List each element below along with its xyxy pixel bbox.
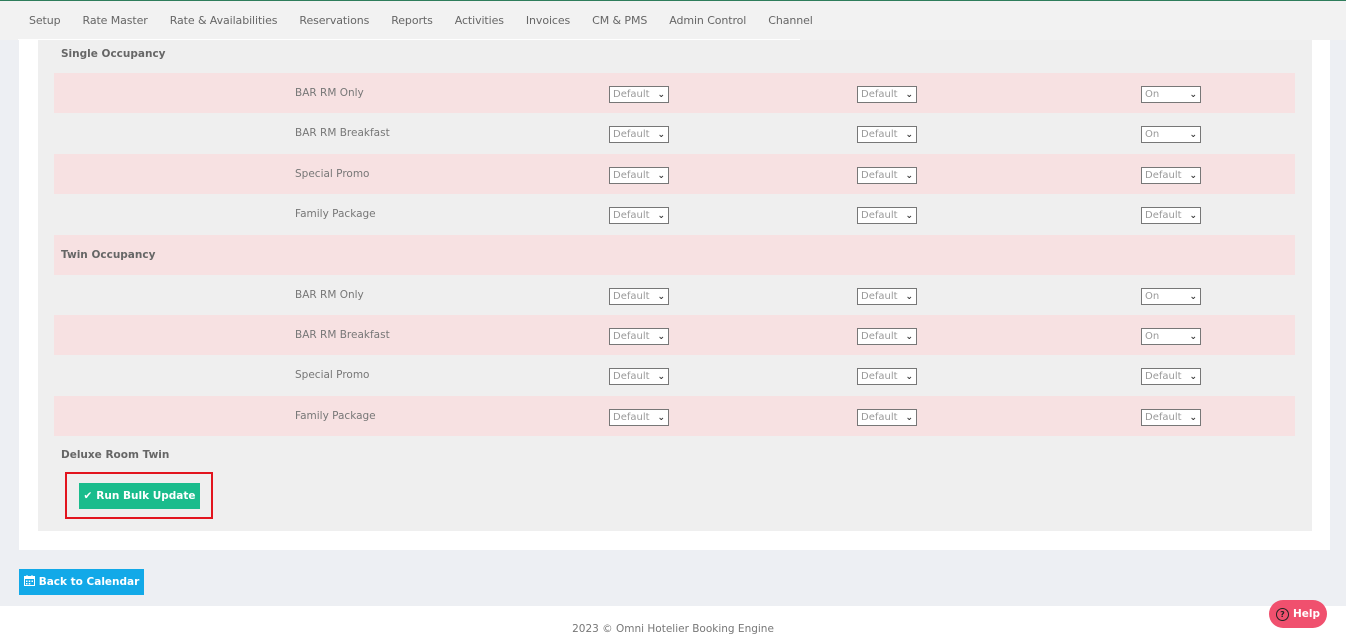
section-title-deluxe-room-twin: Deluxe Room Twin — [61, 449, 170, 461]
chevron-down-icon: ⌄ — [1189, 129, 1197, 140]
chevron-down-icon: ⌄ — [1189, 89, 1197, 100]
status-select[interactable]: Default ⌄ — [1141, 368, 1201, 385]
nav-invoices[interactable]: Invoices — [515, 14, 581, 27]
help-label: Help — [1292, 608, 1321, 620]
rate-select-2[interactable]: Default ⌄ — [857, 86, 917, 103]
rate-select-1[interactable]: Default ⌄ — [609, 86, 669, 103]
rate-row: BAR RM Only Default ⌄ Default ⌄ On ⌄ — [54, 275, 1295, 315]
nav-setup[interactable]: Setup — [18, 14, 72, 27]
back-to-calendar-button[interactable]: Back to Calendar — [19, 569, 144, 595]
question-circle-icon: ? — [1275, 607, 1289, 621]
nav-channel[interactable]: Channel — [757, 14, 823, 27]
bulk-update-table: Single Occupancy BAR RM Only Default ⌄ De… — [38, 40, 1312, 531]
chevron-down-icon: ⌄ — [905, 170, 913, 181]
rate-plan-label: Family Package — [295, 410, 376, 422]
status-select[interactable]: On ⌄ — [1141, 126, 1201, 143]
section-title-twin-occupancy: Twin Occupancy — [61, 249, 156, 261]
chevron-down-icon: ⌄ — [905, 210, 913, 221]
run-bulk-update-button[interactable]: ✔ Run Bulk Update — [79, 483, 200, 509]
status-select[interactable]: On ⌄ — [1141, 86, 1201, 103]
chevron-down-icon: ⌄ — [905, 291, 913, 302]
section-header-row — [54, 235, 1295, 275]
rate-select-2[interactable]: Default ⌄ — [857, 328, 917, 345]
nav-admin-control[interactable]: Admin Control — [658, 14, 757, 27]
chevron-down-icon: ⌄ — [657, 210, 665, 221]
top-navigation-bar: Setup Rate Master Rate & Availabilities … — [0, 0, 1346, 40]
section-title-single-occupancy: Single Occupancy — [61, 48, 166, 60]
rate-select-2[interactable]: Default ⌄ — [857, 368, 917, 385]
nav-activities[interactable]: Activities — [444, 14, 515, 27]
rate-row: BAR RM Only Default ⌄ Default ⌄ On ⌄ — [54, 73, 1295, 113]
rate-row: Family Package Default ⌄ Default ⌄ Default… — [54, 194, 1295, 234]
status-select[interactable]: Default ⌄ — [1141, 167, 1201, 184]
chevron-down-icon: ⌄ — [1189, 331, 1197, 342]
nav-cm-pms[interactable]: CM & PMS — [581, 14, 658, 27]
chevron-down-icon: ⌄ — [657, 89, 665, 100]
nav-rate-availabilities[interactable]: Rate & Availabilities — [159, 14, 289, 27]
rate-row: Family Package Default ⌄ Default ⌄ Default… — [54, 396, 1295, 436]
chevron-down-icon: ⌄ — [905, 89, 913, 100]
rate-plan-label: Special Promo — [295, 369, 370, 381]
calendar-icon — [23, 575, 35, 589]
chevron-down-icon: ⌄ — [1189, 371, 1197, 382]
nav-rate-master[interactable]: Rate Master — [72, 14, 159, 27]
rate-select-1[interactable]: Default ⌄ — [609, 167, 669, 184]
status-select[interactable]: On ⌄ — [1141, 288, 1201, 305]
chevron-down-icon: ⌄ — [1189, 412, 1197, 423]
chevron-down-icon: ⌄ — [905, 129, 913, 140]
footer: 2023 © Omni Hotelier Booking Engine — [0, 606, 1346, 641]
chevron-down-icon: ⌄ — [1189, 291, 1197, 302]
help-button[interactable]: ? Help — [1269, 600, 1327, 628]
nav-reservations[interactable]: Reservations — [288, 14, 380, 27]
rate-select-1[interactable]: Default ⌄ — [609, 288, 669, 305]
rate-plan-label: BAR RM Breakfast — [295, 127, 390, 139]
chevron-down-icon: ⌄ — [657, 331, 665, 342]
rate-plan-label: Family Package — [295, 208, 376, 220]
chevron-down-icon: ⌄ — [657, 291, 665, 302]
rate-select-2[interactable]: Default ⌄ — [857, 126, 917, 143]
rate-select-2[interactable]: Default ⌄ — [857, 288, 917, 305]
chevron-down-icon: ⌄ — [905, 412, 913, 423]
rate-plan-label: BAR RM Breakfast — [295, 329, 390, 341]
nav-reports[interactable]: Reports — [380, 14, 444, 27]
back-to-calendar-label: Back to Calendar — [38, 576, 140, 588]
rate-plan-label: BAR RM Only — [295, 289, 364, 301]
chevron-down-icon: ⌄ — [905, 371, 913, 382]
status-select[interactable]: On ⌄ — [1141, 328, 1201, 345]
rate-select-1[interactable]: Default ⌄ — [609, 207, 669, 224]
main-nav: Setup Rate Master Rate & Availabilities … — [18, 1, 813, 40]
chevron-down-icon: ⌄ — [657, 129, 665, 140]
rate-select-2[interactable]: Default ⌄ — [857, 409, 917, 426]
check-icon: ✔ — [83, 490, 93, 502]
rate-select-1[interactable]: Default ⌄ — [609, 328, 669, 345]
rate-select-2[interactable]: Default ⌄ — [857, 167, 917, 184]
rate-plan-label: Special Promo — [295, 168, 370, 180]
content-panel: Single Occupancy BAR RM Only Default ⌄ De… — [19, 40, 1330, 550]
chevron-down-icon: ⌄ — [657, 412, 665, 423]
chevron-down-icon: ⌄ — [1189, 170, 1197, 181]
run-bulk-update-highlight: ✔ Run Bulk Update — [65, 472, 213, 519]
rate-row: Special Promo Default ⌄ Default ⌄ Default ⌄ — [54, 355, 1295, 395]
rate-row: BAR RM Breakfast Default ⌄ Default ⌄ On ⌄ — [54, 315, 1295, 355]
rate-select-1[interactable]: Default ⌄ — [609, 368, 669, 385]
rate-select-2[interactable]: Default ⌄ — [857, 207, 917, 224]
rate-row: BAR RM Breakfast Default ⌄ Default ⌄ On ⌄ — [54, 113, 1295, 153]
chevron-down-icon: ⌄ — [657, 371, 665, 382]
chevron-down-icon: ⌄ — [905, 331, 913, 342]
chevron-down-icon: ⌄ — [657, 170, 665, 181]
rate-select-1[interactable]: Default ⌄ — [609, 409, 669, 426]
chevron-down-icon: ⌄ — [1189, 210, 1197, 221]
footer-copyright: 2023 © Omni Hotelier Booking Engine — [572, 623, 774, 635]
rate-plan-label: BAR RM Only — [295, 87, 364, 99]
status-select[interactable]: Default ⌄ — [1141, 207, 1201, 224]
rate-row: Special Promo Default ⌄ Default ⌄ Default ⌄ — [54, 154, 1295, 194]
run-bulk-update-label: Run Bulk Update — [96, 490, 196, 502]
status-select[interactable]: Default ⌄ — [1141, 409, 1201, 426]
rate-select-1[interactable]: Default ⌄ — [609, 126, 669, 143]
